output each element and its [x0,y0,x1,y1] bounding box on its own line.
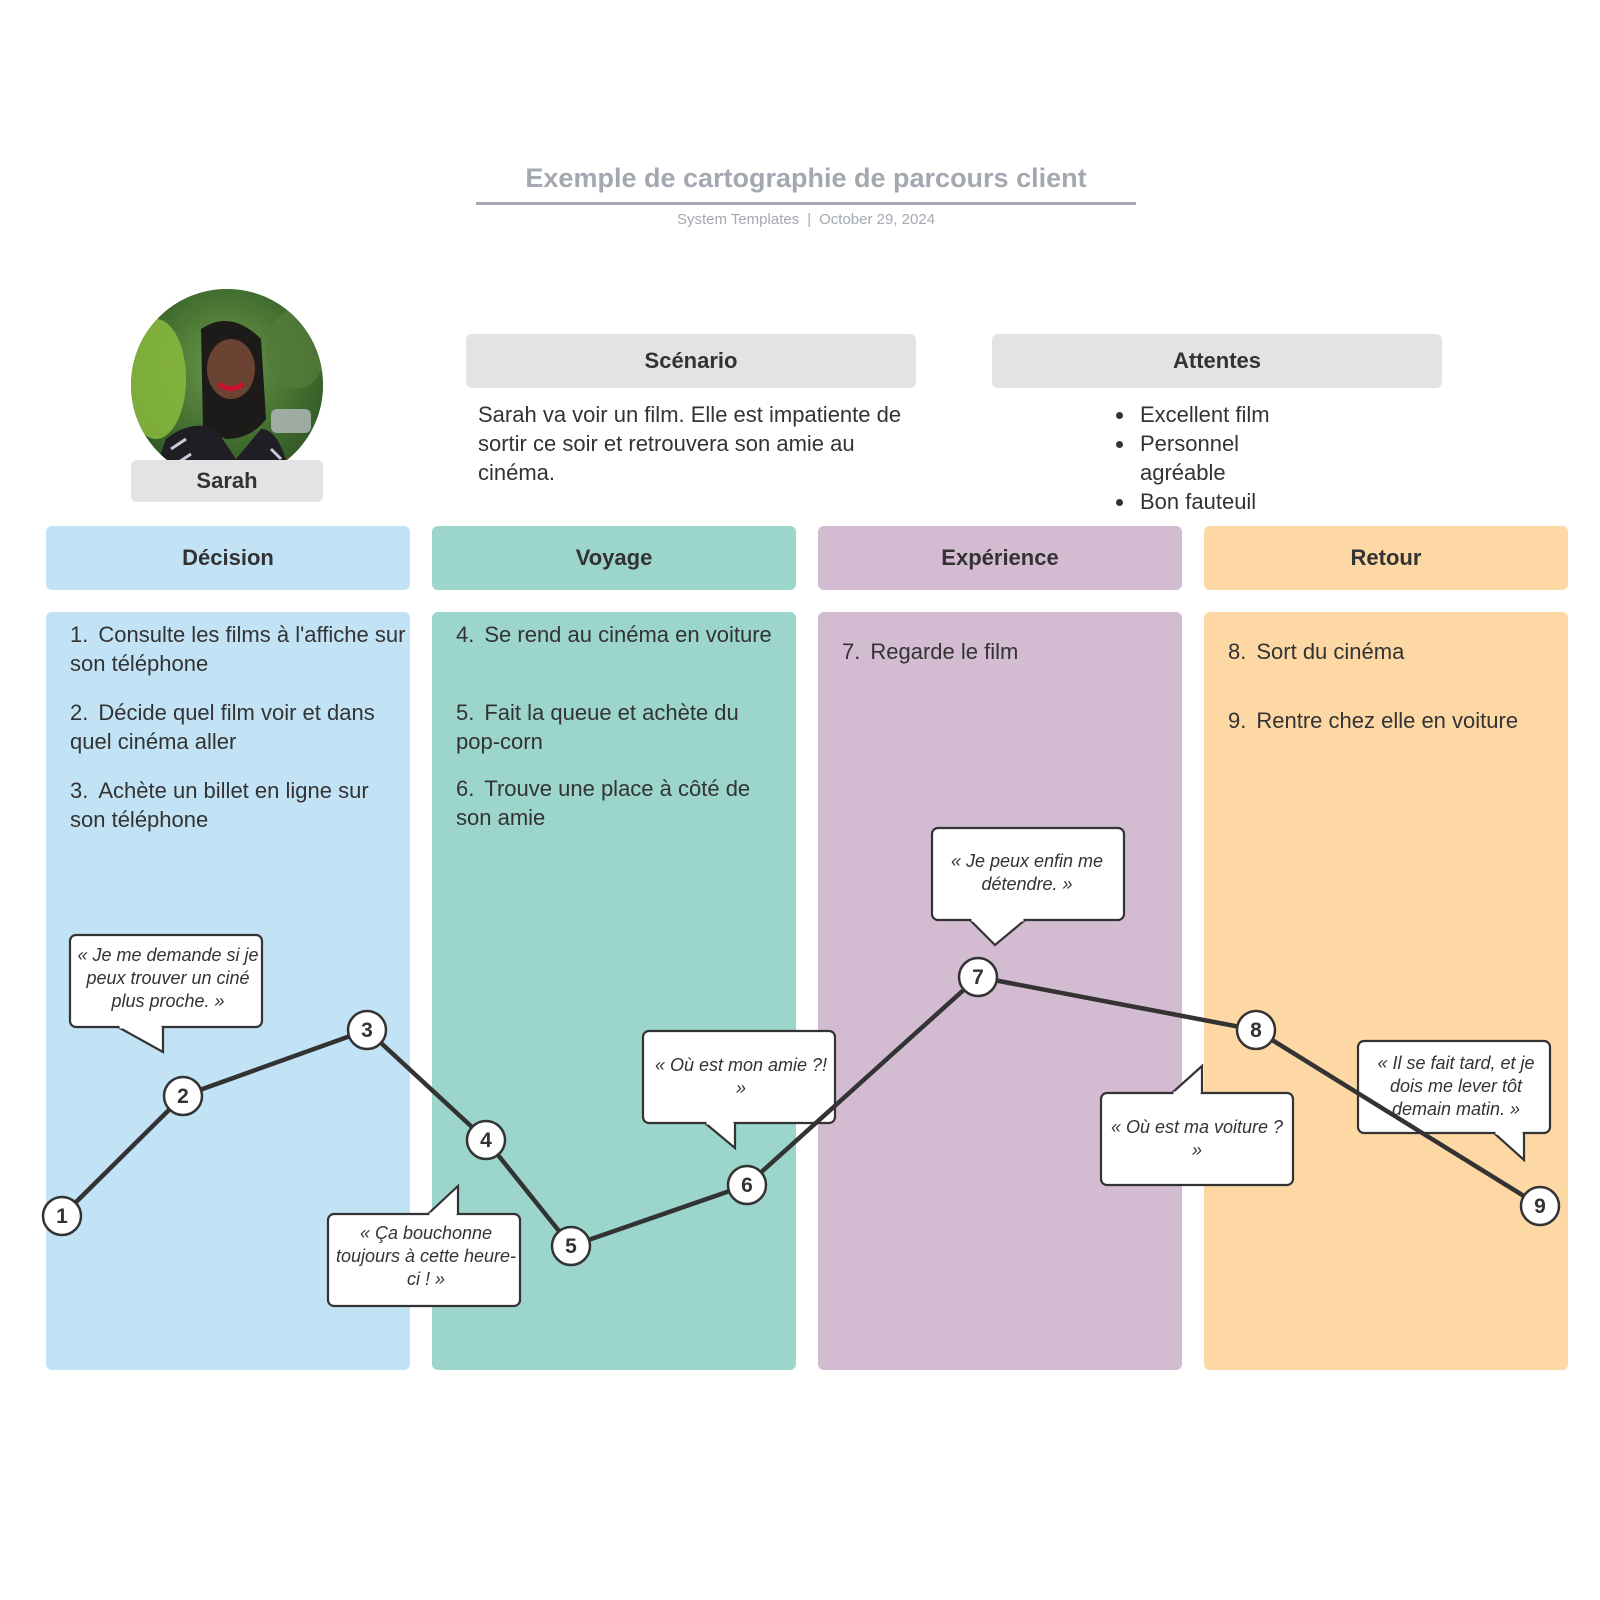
journey-segment [975,974,1259,1033]
journey-segment [59,1093,186,1219]
journey-node: 7 [957,956,999,998]
journey-node-label: 8 [1250,1019,1262,1042]
journey-node: 4 [465,1119,507,1161]
quote-text: « Ça bouchonne toujours à cette heure-ci… [335,1223,517,1289]
quote-text: « Je peux enfin me détendre. » [950,851,1104,894]
journey-node-label: 1 [56,1205,68,1228]
journey-node: 8 [1235,1009,1277,1051]
speech-bubble-tail-fill [970,920,1025,945]
journey-node-label: 3 [361,1019,373,1042]
journey-node: 1 [41,1195,83,1237]
journey-segment [364,1027,489,1143]
journey-node: 2 [162,1075,204,1117]
journey-node: 3 [346,1009,388,1051]
journey-node-label: 4 [480,1129,492,1152]
quote-text: « Il se fait tard, et je dois me lever t… [1377,1053,1535,1119]
quote-text: « Je me demande si je peux trouver un ci… [77,945,259,1011]
journey-node: 9 [1519,1185,1561,1227]
journey-diagram: 1 2 3 4 5 6 7 8 9 [41,826,1561,1308]
journey-node-label: 6 [741,1174,753,1197]
quote-text: « Où est ma voiture ? » [1110,1117,1284,1160]
journey-node-label: 9 [1534,1195,1546,1218]
journey-node: 5 [550,1225,592,1267]
quote-text: « Où est mon amie ?! » [654,1055,828,1098]
journey-node-label: 7 [972,966,984,989]
journey-segment [180,1027,370,1099]
journey-node-label: 2 [177,1085,189,1108]
journey-segment [568,1182,750,1249]
journey-node: 6 [726,1164,768,1206]
journey-node-label: 5 [565,1235,577,1258]
